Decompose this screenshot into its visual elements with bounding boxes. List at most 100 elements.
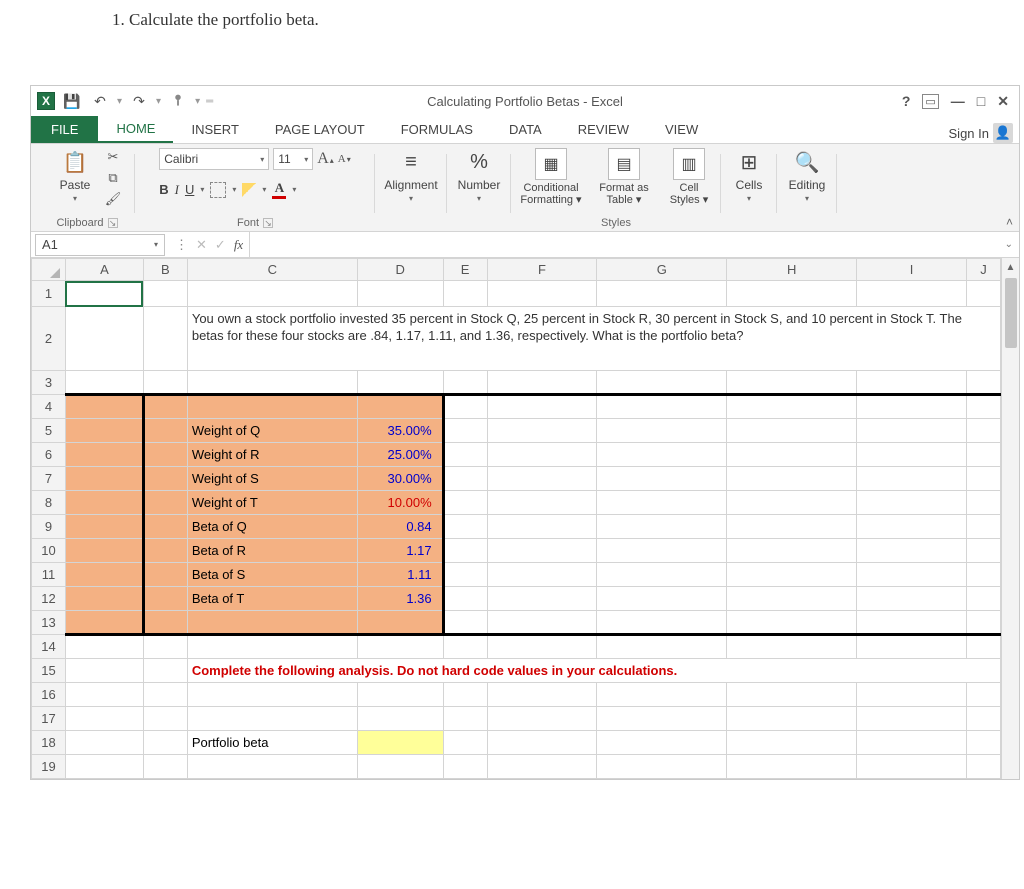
bold-button[interactable]: B: [159, 182, 168, 197]
underline-button[interactable]: U: [185, 182, 194, 197]
collapse-ribbon-icon[interactable]: ˄: [1006, 215, 1013, 229]
enter-formula-icon[interactable]: ✓: [215, 237, 226, 253]
label-weight-r[interactable]: Weight of R: [187, 443, 357, 467]
value-beta-s[interactable]: 1.11: [357, 563, 443, 587]
scroll-up-icon[interactable]: ▲: [1002, 258, 1019, 276]
font-color-icon[interactable]: A: [272, 180, 286, 199]
col-header[interactable]: D: [357, 259, 443, 281]
dialog-launcher-icon[interactable]: ↘: [108, 218, 118, 228]
dialog-launcher-icon[interactable]: ↘: [263, 218, 273, 228]
format-as-table-button[interactable]: ▤ Format asTable ▾: [593, 148, 655, 206]
select-all-corner[interactable]: [32, 259, 66, 281]
row-header[interactable]: 14: [32, 635, 66, 659]
value-weight-s[interactable]: 30.00%: [357, 467, 443, 491]
fx-icon[interactable]: fx: [234, 237, 243, 253]
scrollbar-thumb[interactable]: [1005, 278, 1017, 348]
row-header[interactable]: 5: [32, 419, 66, 443]
row-header[interactable]: 18: [32, 731, 66, 755]
cells-button[interactable]: ⊞ Cells ▾: [725, 148, 773, 203]
label-weight-q[interactable]: Weight of Q: [187, 419, 357, 443]
row-header[interactable]: 19: [32, 755, 66, 779]
chevron-down-icon[interactable]: ▾: [292, 185, 296, 194]
column-headers[interactable]: A B C D E F G H I J: [32, 259, 1001, 281]
row-header[interactable]: 17: [32, 707, 66, 731]
label-beta-t[interactable]: Beta of T: [187, 587, 357, 611]
undo-icon[interactable]: ↶: [89, 90, 111, 112]
copy-icon[interactable]: ⧉: [103, 169, 123, 187]
tab-insert[interactable]: INSERT: [173, 115, 256, 143]
col-header[interactable]: A: [65, 259, 143, 281]
row-header[interactable]: 13: [32, 611, 66, 635]
col-header[interactable]: C: [187, 259, 357, 281]
qat-customize-icon[interactable]: ═: [206, 96, 213, 107]
label-beta-s[interactable]: Beta of S: [187, 563, 357, 587]
col-header[interactable]: E: [443, 259, 487, 281]
chevron-down-icon[interactable]: ▾: [232, 185, 236, 194]
chevron-down-icon[interactable]: ▾: [200, 185, 204, 194]
tab-data[interactable]: DATA: [491, 115, 560, 143]
tab-file[interactable]: FILE: [31, 115, 98, 143]
sign-in-button[interactable]: Sign In 👤: [949, 123, 1019, 143]
label-weight-t[interactable]: Weight of T: [187, 491, 357, 515]
col-header[interactable]: B: [143, 259, 187, 281]
italic-button[interactable]: I: [175, 182, 179, 198]
conditional-formatting-button[interactable]: ▦ ConditionalFormatting ▾: [517, 148, 585, 206]
save-icon[interactable]: 💾: [61, 90, 83, 112]
row-header[interactable]: 6: [32, 443, 66, 467]
row-header[interactable]: 16: [32, 683, 66, 707]
font-name-select[interactable]: Calibri▾: [159, 148, 269, 170]
help-icon[interactable]: ?: [902, 93, 911, 109]
dropdown-arrow-icon[interactable]: ▾: [117, 96, 122, 107]
dropdown-arrow-icon[interactable]: ▾: [156, 96, 161, 107]
vertical-scrollbar[interactable]: ▲: [1001, 258, 1019, 779]
tab-review[interactable]: REVIEW: [560, 115, 647, 143]
cancel-formula-icon[interactable]: ✕: [196, 237, 207, 253]
borders-icon[interactable]: [210, 182, 226, 198]
expand-formula-bar-icon[interactable]: ⌄: [1005, 239, 1013, 250]
touch-mode-icon[interactable]: [167, 90, 189, 112]
col-header[interactable]: I: [857, 259, 967, 281]
row-header[interactable]: 12: [32, 587, 66, 611]
cell-styles-button[interactable]: ▥ CellStyles ▾: [663, 148, 715, 206]
row-header[interactable]: 10: [32, 539, 66, 563]
col-header[interactable]: J: [966, 259, 1000, 281]
portfolio-beta-cell[interactable]: [357, 731, 443, 755]
value-beta-r[interactable]: 1.17: [357, 539, 443, 563]
redo-icon[interactable]: ↷: [128, 90, 150, 112]
value-weight-t[interactable]: 10.00%: [357, 491, 443, 515]
fill-color-icon[interactable]: [242, 183, 256, 197]
name-box[interactable]: A1 ▾: [35, 234, 165, 256]
paste-button[interactable]: 📋 Paste ▾: [51, 148, 99, 203]
cut-icon[interactable]: ✂: [103, 148, 123, 166]
value-weight-q[interactable]: 35.00%: [357, 419, 443, 443]
portfolio-beta-label[interactable]: Portfolio beta: [187, 731, 357, 755]
col-header[interactable]: H: [727, 259, 857, 281]
tab-view[interactable]: VIEW: [647, 115, 716, 143]
problem-text[interactable]: You own a stock portfolio invested 35 pe…: [187, 307, 1000, 371]
label-beta-r[interactable]: Beta of R: [187, 539, 357, 563]
instruction-text[interactable]: Complete the following analysis. Do not …: [187, 659, 1000, 683]
row-header[interactable]: 8: [32, 491, 66, 515]
format-painter-icon[interactable]: 🖌: [103, 190, 123, 208]
number-format-button[interactable]: % Number ▾: [455, 148, 503, 203]
ribbon-display-icon[interactable]: ▭: [922, 94, 938, 109]
row-header[interactable]: 11: [32, 563, 66, 587]
value-weight-r[interactable]: 25.00%: [357, 443, 443, 467]
chevron-down-icon[interactable]: ▾: [262, 185, 266, 194]
row-header[interactable]: 9: [32, 515, 66, 539]
grow-font-icon[interactable]: A▴: [317, 150, 334, 168]
font-size-select[interactable]: 11▾: [273, 148, 313, 170]
close-icon[interactable]: ✕: [997, 93, 1009, 110]
row-header[interactable]: 1: [32, 281, 66, 307]
value-beta-t[interactable]: 1.36: [357, 587, 443, 611]
formula-bar[interactable]: ⌄: [249, 232, 1019, 258]
row-header[interactable]: 7: [32, 467, 66, 491]
tab-page-layout[interactable]: PAGE LAYOUT: [257, 115, 383, 143]
cell-A1[interactable]: [65, 281, 143, 307]
row-header[interactable]: 4: [32, 395, 66, 419]
tab-formulas[interactable]: FORMULAS: [383, 115, 491, 143]
value-beta-q[interactable]: 0.84: [357, 515, 443, 539]
row-header[interactable]: 2: [32, 307, 66, 371]
alignment-button[interactable]: ≡ Alignment ▾: [387, 148, 435, 203]
col-header[interactable]: F: [487, 259, 597, 281]
